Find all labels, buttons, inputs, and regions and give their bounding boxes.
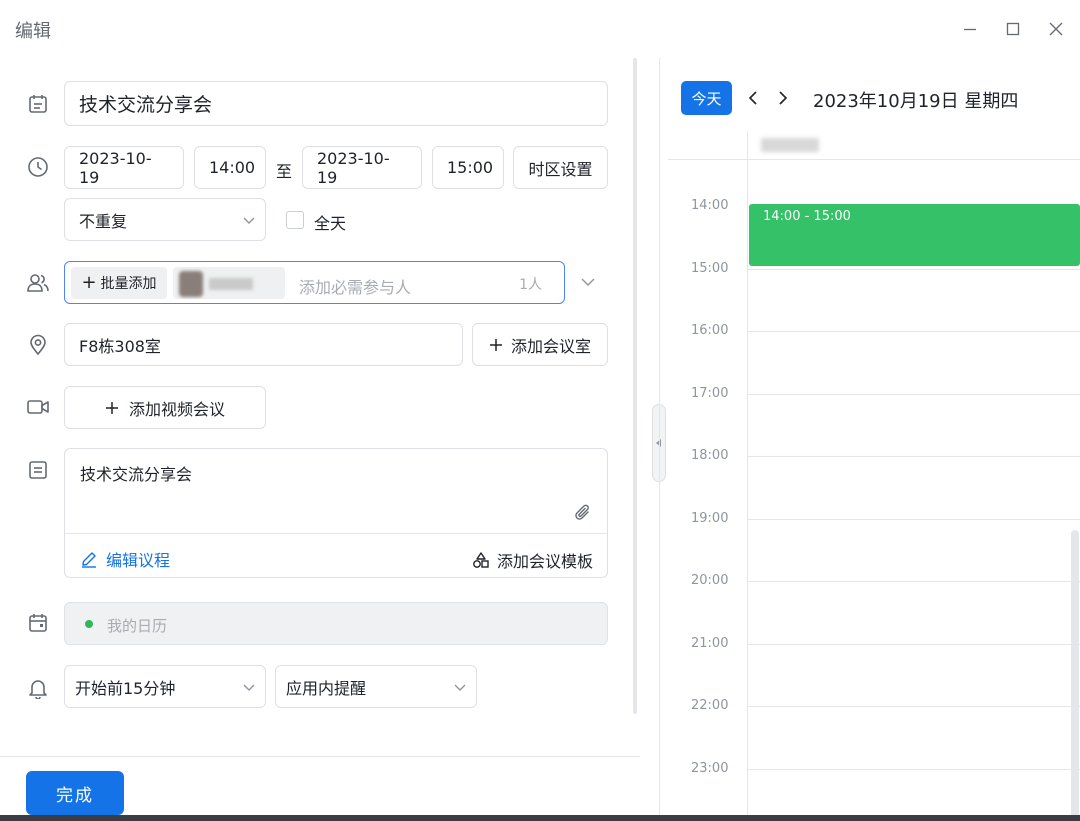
calendar-scrollbar[interactable] — [1071, 530, 1079, 820]
hour-gridline — [747, 706, 1080, 707]
minimize-icon[interactable] — [959, 18, 981, 40]
description-divider — [65, 533, 607, 534]
calendar-user-redacted — [761, 138, 819, 152]
end-date-input[interactable]: 2023-10-19 — [302, 146, 422, 189]
hour-gridline — [747, 393, 1080, 395]
add-room-label: 添加会议室 — [510, 336, 591, 356]
add-template-button[interactable]: 添加会议模板 — [471, 548, 593, 572]
window-title: 编辑 — [15, 21, 51, 42]
hour-label: 20:00 — [691, 573, 729, 588]
attendee-chip[interactable] — [173, 267, 285, 299]
repeat-select-value: 不重复 — [79, 211, 128, 231]
form-scrollbar[interactable] — [633, 58, 637, 714]
description-text[interactable]: 技术交流分享会 — [80, 461, 192, 485]
all-day-checkbox[interactable] — [286, 211, 304, 229]
edit-agenda-link[interactable]: 编辑议程 — [80, 547, 170, 571]
all-day-label: 全天 — [314, 214, 347, 233]
close-icon[interactable] — [1045, 18, 1067, 40]
chevron-left-icon[interactable] — [748, 90, 758, 106]
description-editor[interactable]: 技术交流分享会 编辑议程 添加会议模板 — [64, 448, 608, 578]
event-title-input[interactable]: 技术交流分享会 — [64, 81, 608, 126]
hour-gridline — [747, 581, 1080, 582]
hour-label: 22:00 — [691, 698, 729, 713]
plus-icon — [105, 401, 118, 414]
hour-gridline — [747, 518, 1080, 520]
reminder-type-select[interactable]: 应用内提醒 — [275, 665, 477, 708]
chevron-right-icon[interactable] — [778, 90, 788, 106]
calendar-icon — [26, 611, 50, 635]
shapes-icon — [473, 552, 489, 568]
hour-label: 14:00 — [691, 198, 729, 213]
footer-divider — [0, 756, 640, 757]
avatar — [179, 271, 203, 297]
attendees-placeholder: 添加必需参与人 — [299, 278, 412, 297]
add-video-meeting-button[interactable]: 添加视频会议 — [64, 386, 266, 429]
taskbar-strip — [0, 815, 1080, 821]
add-video-meeting-label: 添加视频会议 — [128, 399, 225, 419]
chevron-down-icon[interactable] — [581, 277, 595, 287]
batch-add-label: 批量添加 — [100, 276, 157, 292]
time-axis-divider — [747, 131, 748, 821]
hour-gridline — [747, 643, 1080, 645]
paperclip-icon[interactable] — [573, 503, 593, 523]
hour-label: 16:00 — [691, 323, 729, 338]
batch-add-button[interactable]: + 批量添加 — [71, 267, 167, 299]
chevron-down-icon — [454, 684, 466, 691]
hour-gridline — [747, 331, 1080, 332]
description-icon — [26, 458, 50, 482]
video-camera-icon — [26, 395, 50, 419]
pencil-icon — [82, 552, 96, 568]
attendees-icon — [26, 271, 50, 295]
reminder-time-value: 开始前15分钟 — [75, 678, 176, 698]
hour-gridline — [747, 456, 1080, 457]
plus-icon: + — [81, 272, 97, 293]
calendar-preview: 今天 2023年10月19日 星期四 14:00 15:00 16:00 17:00 1… — [660, 58, 1080, 821]
reminder-time-select[interactable]: 开始前15分钟 — [64, 665, 266, 708]
chevron-down-icon — [243, 684, 255, 691]
plus-icon — [489, 338, 502, 351]
add-room-button[interactable]: 添加会议室 — [472, 323, 608, 366]
hour-label: 19:00 — [691, 510, 729, 526]
event-time-label: 14:00 - 15:00 — [763, 209, 851, 224]
calendar-select: 我的日历 — [64, 602, 608, 645]
hour-label: 17:00 — [691, 385, 729, 401]
hour-gridline — [747, 768, 1080, 770]
end-time-input[interactable]: 15:00 — [432, 146, 504, 189]
event-edit-form: 技术交流分享会 2023-10-19 14:00 至 2023-10-19 15… — [0, 58, 640, 821]
today-button[interactable]: 今天 — [681, 81, 732, 115]
attendee-name-redacted — [209, 278, 253, 290]
edit-agenda-label: 编辑议程 — [106, 551, 171, 570]
hour-label: 15:00 — [691, 260, 729, 276]
reminder-type-value: 应用内提醒 — [286, 678, 367, 698]
hour-gridline — [747, 268, 1080, 270]
calendar-title-icon — [26, 92, 50, 116]
add-template-label: 添加会议模板 — [496, 552, 593, 571]
location-pin-icon — [26, 333, 50, 357]
hour-label: 18:00 — [691, 448, 729, 463]
calendar-name: 我的日历 — [107, 617, 168, 635]
attendee-count: 1人 — [519, 277, 542, 293]
bell-icon — [26, 676, 50, 700]
done-button[interactable]: 完成 — [26, 771, 124, 815]
hour-label: 21:00 — [691, 635, 729, 651]
start-date-input[interactable]: 2023-10-19 — [64, 146, 184, 189]
calendar-date-label: 2023年10月19日 星期四 — [813, 91, 1019, 112]
calendar-header-divider — [668, 159, 1080, 160]
start-time-input[interactable]: 14:00 — [194, 146, 266, 189]
timezone-button[interactable]: 时区设置 — [513, 146, 608, 189]
title-bar: 编辑 — [0, 0, 1080, 58]
attendees-field[interactable]: + 批量添加 添加必需参与人 1人 — [64, 261, 565, 304]
chevron-down-icon — [243, 217, 255, 224]
event-block[interactable]: 14:00 - 15:00 — [749, 204, 1080, 266]
calendar-color-dot — [85, 620, 93, 628]
location-input[interactable]: F8栋308室 — [64, 323, 463, 366]
hour-label: 23:00 — [691, 760, 729, 776]
range-separator: 至 — [276, 162, 293, 181]
maximize-icon[interactable] — [1002, 18, 1024, 40]
repeat-select[interactable]: 不重复 — [64, 198, 266, 241]
clock-icon — [26, 155, 50, 179]
